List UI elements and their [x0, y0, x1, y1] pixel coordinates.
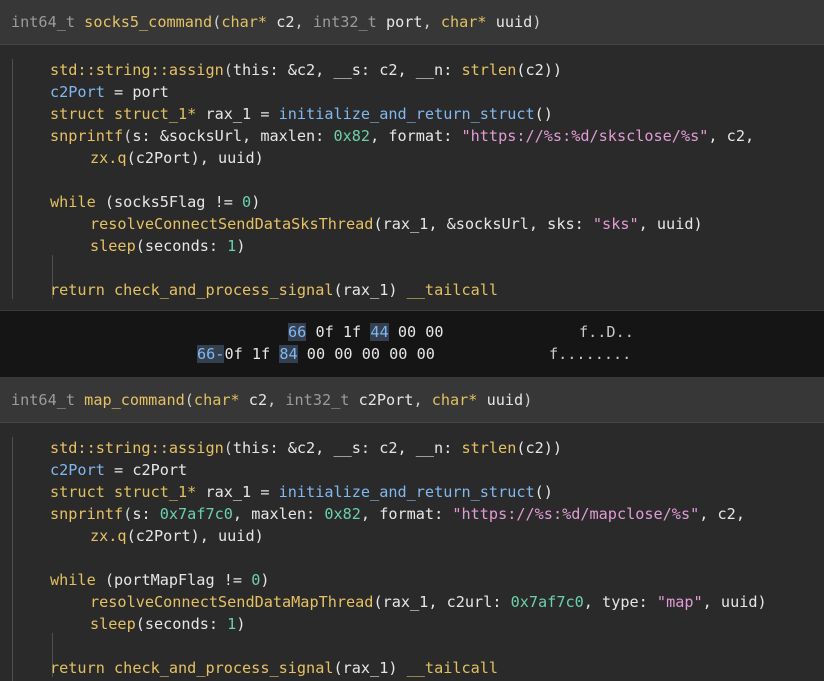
hex-byte[interactable]: 0f: [224, 345, 242, 363]
code-line[interactable]: sleep(seconds: 1): [90, 613, 245, 635]
code-line[interactable]: return check_and_process_signal(rax_1) _…: [50, 657, 498, 679]
hex-byte[interactable]: 44: [370, 323, 389, 341]
code-line[interactable]: while (socks5Flag != 0): [50, 191, 260, 213]
hex-byte[interactable]: 00: [389, 345, 407, 363]
code-line[interactable]: std::string::assign(this: &c2, __s: c2, …: [50, 437, 562, 459]
return-type: int64_t: [11, 391, 76, 409]
code-line[interactable]: resolveConnectSendDataMapThread(rax_1, c…: [90, 591, 767, 613]
function-name[interactable]: socks5_command: [84, 13, 212, 31]
param-name[interactable]: uuid: [496, 13, 533, 31]
param-name[interactable]: c2: [249, 391, 267, 409]
param-name[interactable]: c2Port: [359, 391, 414, 409]
hex-row[interactable]: 66-0f 1f 84 00 00 00 00 00: [197, 343, 435, 365]
hex-byte[interactable]: 00: [398, 323, 416, 341]
code-line[interactable]: snprintf(s: &socksUrl, maxlen: 0x82, for…: [50, 125, 754, 147]
code-line[interactable]: sleep(seconds: 1): [90, 235, 245, 257]
code-line[interactable]: resolveConnectSendDataSksThread(rax_1, &…: [90, 213, 703, 235]
indent-guide: [12, 437, 13, 681]
code-line[interactable]: c2Port = c2Port: [50, 459, 187, 481]
indent-guide: [12, 59, 13, 299]
param-name[interactable]: c2: [276, 13, 294, 31]
param-type: int32_t: [285, 391, 350, 409]
hex-byte[interactable]: 84: [279, 345, 298, 363]
param-type: char*: [193, 391, 240, 409]
code-line[interactable]: zx.q(c2Port), uuid): [90, 525, 264, 547]
return-type: int64_t: [11, 13, 76, 31]
hex-ascii: f..D..: [579, 323, 634, 341]
code-line[interactable]: std::string::assign(this: &c2, __s: c2, …: [50, 59, 562, 81]
param-type: char*: [440, 13, 487, 31]
code-line[interactable]: struct struct_1* rax_1 = initialize_and_…: [50, 481, 553, 503]
hex-ascii: f........: [549, 345, 632, 363]
function-body-socks5-command: std::string::assign(this: &c2, __s: c2, …: [0, 45, 824, 310]
code-line[interactable]: return check_and_process_signal(rax_1) _…: [50, 279, 498, 301]
hex-lead[interactable]: 66-: [197, 345, 225, 363]
function-signature-socks5-command[interactable]: int64_t socks5_command(char* c2, int32_t…: [0, 0, 824, 45]
hex-byte[interactable]: 00: [417, 345, 435, 363]
code-line[interactable]: struct struct_1* rax_1 = initialize_and_…: [50, 103, 553, 125]
param-type: char*: [431, 391, 478, 409]
param-type: int32_t: [312, 13, 377, 31]
code-line[interactable]: while (portMapFlag != 0): [50, 569, 270, 591]
hex-padding-block: 66 0f 1f 44 00 00 f..D.. 66-0f 1f 84 00 …: [0, 310, 824, 378]
hex-byte[interactable]: 1f: [252, 345, 270, 363]
hex-byte[interactable]: 00: [307, 345, 325, 363]
param-name[interactable]: uuid: [487, 391, 524, 409]
code-line[interactable]: c2Port = port: [50, 81, 169, 103]
code-line[interactable]: snprintf(s: 0x7af7c0, maxlen: 0x82, form…: [50, 503, 745, 525]
function-body-map-command: std::string::assign(this: &c2, __s: c2, …: [0, 423, 824, 681]
function-name[interactable]: map_command: [84, 391, 185, 409]
param-name[interactable]: port: [386, 13, 423, 31]
hex-byte[interactable]: 0f: [315, 323, 333, 341]
function-signature-map-command[interactable]: int64_t map_command(char* c2, int32_t c2…: [0, 378, 824, 423]
hex-row[interactable]: 66 0f 1f 44 00 00: [288, 321, 444, 343]
hex-byte[interactable]: 66: [288, 323, 307, 341]
hex-byte[interactable]: 1f: [343, 323, 361, 341]
code-line[interactable]: zx.q(c2Port), uuid): [90, 147, 264, 169]
hex-byte[interactable]: 00: [425, 323, 443, 341]
hex-byte[interactable]: 00: [334, 345, 352, 363]
param-type: char*: [221, 13, 268, 31]
hex-byte[interactable]: 00: [362, 345, 380, 363]
